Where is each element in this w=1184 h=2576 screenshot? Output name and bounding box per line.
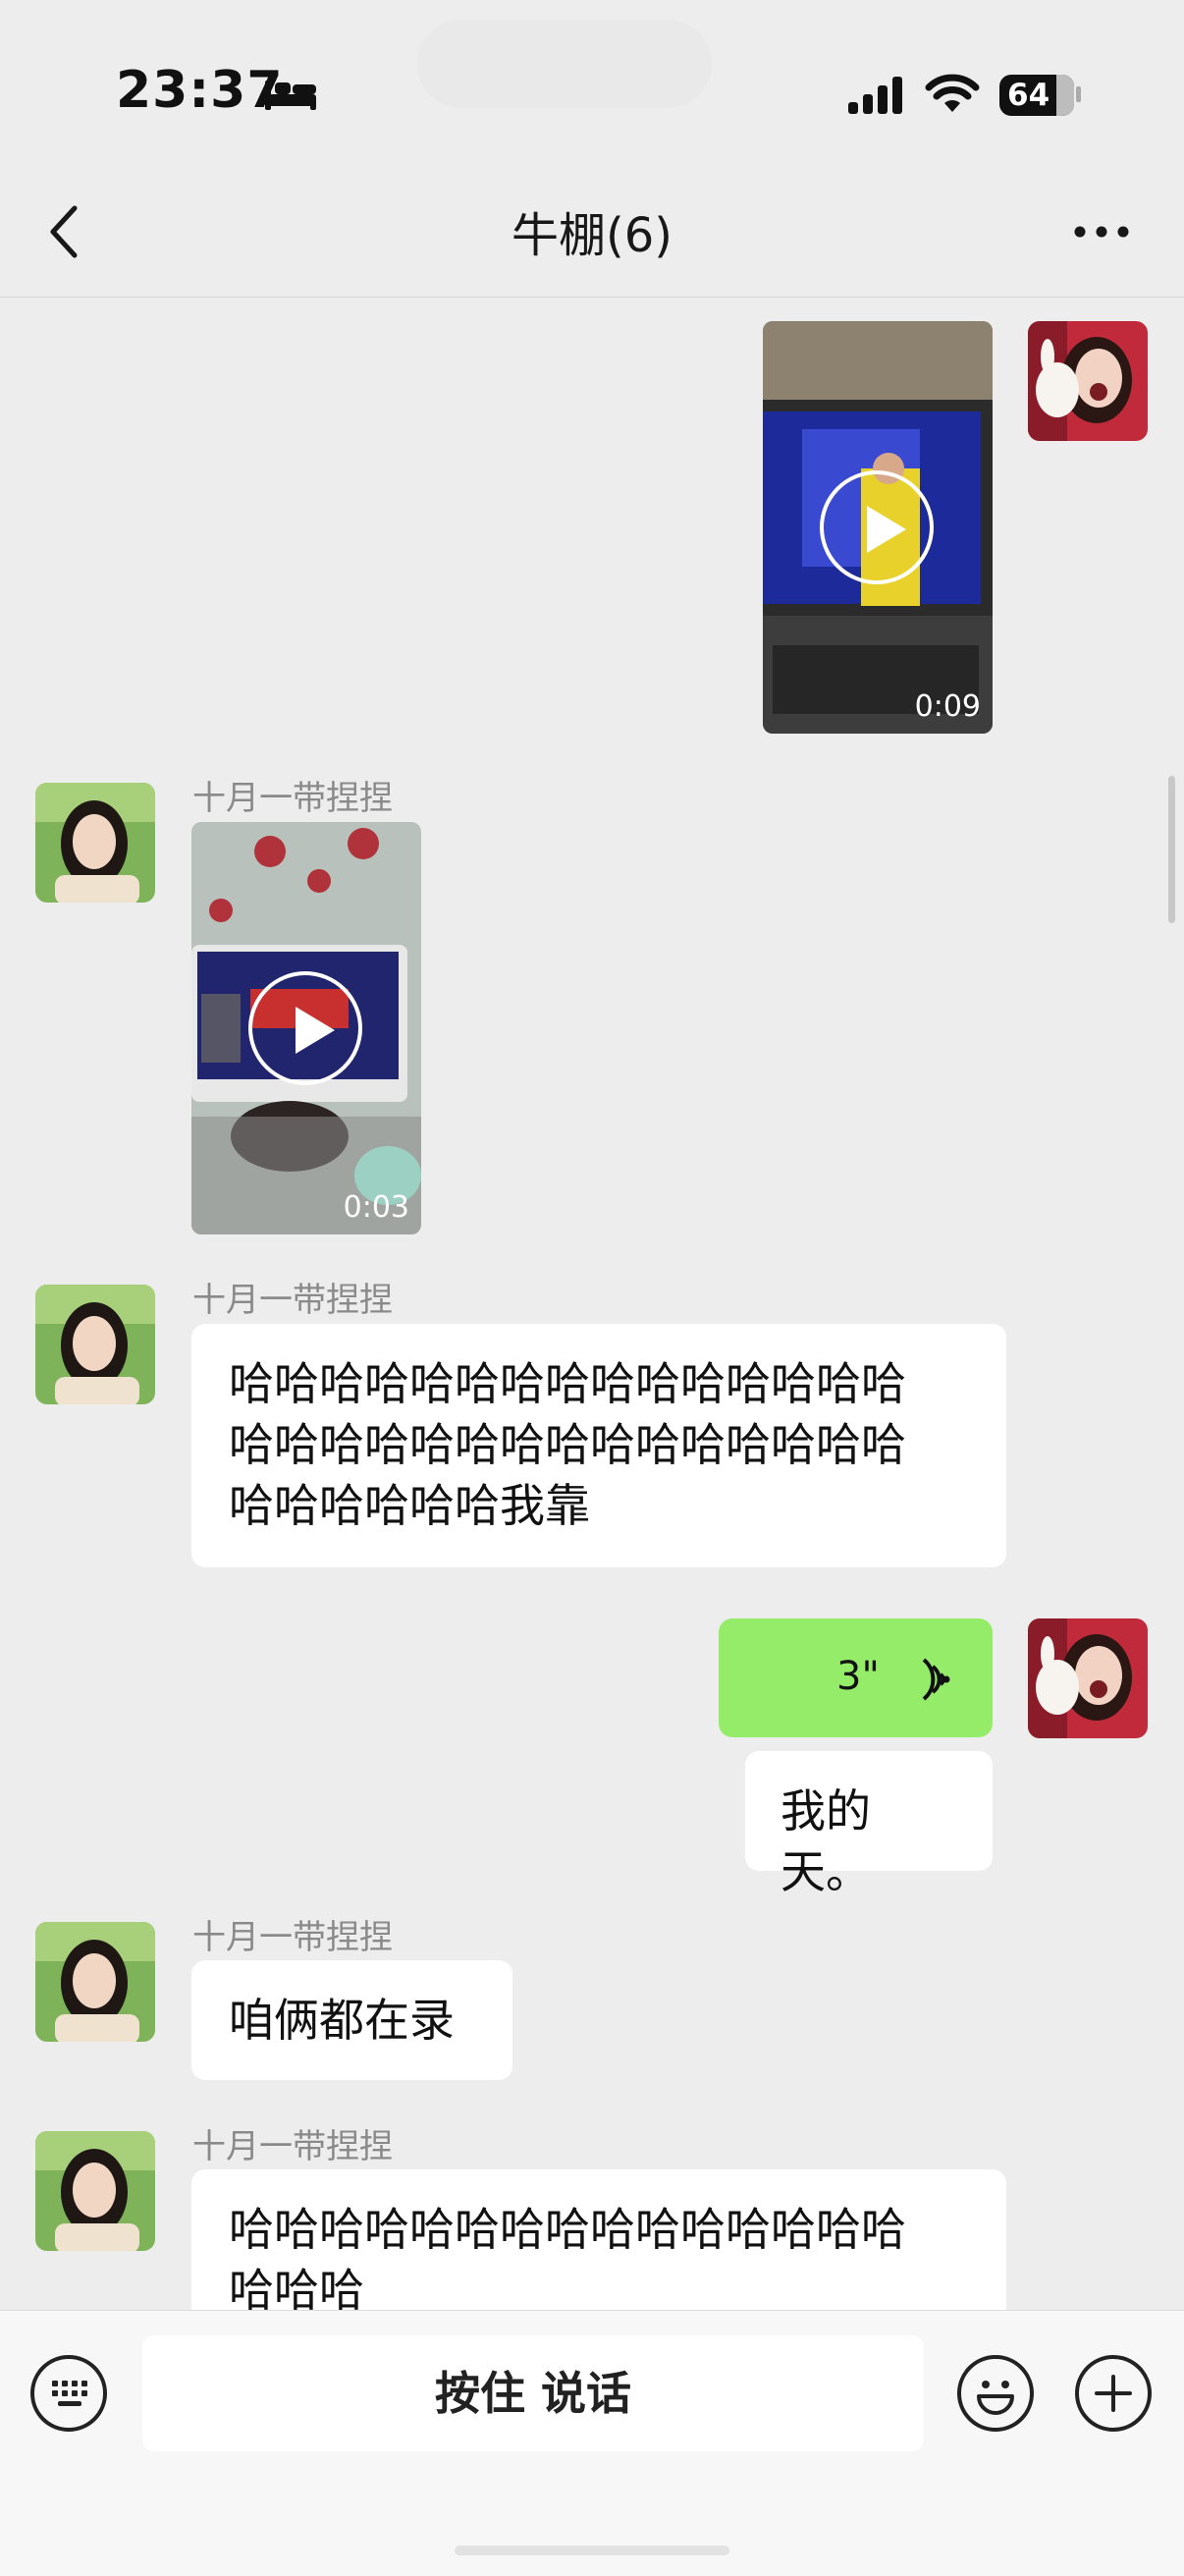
- sender-name: 十月一带捏捏: [192, 1918, 393, 1957]
- sleep-focus-icon: [263, 75, 318, 118]
- voice-message[interactable]: 3": [719, 1618, 993, 1737]
- more-dots-icon[interactable]: [1072, 224, 1131, 244]
- sender-name: 十月一带捏捏: [192, 1281, 393, 1320]
- sender-name: 十月一带捏捏: [192, 779, 393, 818]
- signal-icon: [846, 75, 907, 120]
- play-icon[interactable]: [820, 470, 934, 584]
- message-line: 哈哈哈哈哈哈我靠: [229, 1479, 590, 1532]
- hold-to-talk-button[interactable]: 按住 说话: [142, 2335, 924, 2451]
- text-message[interactable]: 哈哈哈哈哈哈哈哈哈哈哈哈哈哈哈 哈哈哈哈哈哈哈哈哈哈哈哈哈哈哈 哈哈哈哈哈哈我靠: [191, 1324, 1006, 1567]
- play-icon[interactable]: [248, 971, 362, 1085]
- dynamic-island: [417, 20, 712, 108]
- voice-wave-icon: [907, 1656, 950, 1717]
- avatar-self[interactable]: [1028, 1618, 1148, 1738]
- text-message[interactable]: 咱俩都在录: [191, 1960, 512, 2080]
- emoji-icon[interactable]: [957, 2355, 1034, 2432]
- voice-duration: 3": [836, 1654, 880, 1699]
- battery-level: 64: [1007, 78, 1050, 113]
- battery-icon: 64: [999, 75, 1074, 116]
- home-indicator: [455, 2546, 729, 2555]
- message-text: 咱俩都在录: [229, 1994, 455, 2047]
- sender-name: 十月一带捏捏: [192, 2127, 393, 2166]
- keyboard-icon[interactable]: [30, 2355, 107, 2432]
- text-message[interactable]: 我的天。: [745, 1751, 993, 1898]
- video-message[interactable]: 0:09: [763, 321, 993, 734]
- message-text: 我的天。: [780, 1784, 871, 1898]
- avatar-friend[interactable]: [35, 1922, 155, 2042]
- avatar-friend[interactable]: [35, 1285, 155, 1404]
- chat-title: 牛棚(6): [511, 208, 673, 263]
- avatar-friend[interactable]: [35, 783, 155, 903]
- message-line: 哈哈哈哈哈哈哈哈哈哈哈哈哈哈哈: [229, 1357, 906, 1410]
- battery-tip: [1076, 86, 1081, 102]
- video-duration: 0:03: [343, 1190, 409, 1225]
- plus-icon[interactable]: [1075, 2355, 1152, 2432]
- message-line: 哈哈哈哈哈哈哈哈哈哈哈哈哈哈哈: [229, 1418, 906, 1471]
- video-duration: 0:09: [914, 689, 981, 724]
- video-message[interactable]: 0:03: [191, 822, 421, 1234]
- message-line: 哈哈哈哈哈哈哈哈哈哈哈哈哈哈哈: [229, 2203, 906, 2256]
- wifi-icon: [925, 73, 980, 120]
- scrollbar[interactable]: [1168, 776, 1175, 923]
- avatar-friend[interactable]: [35, 2131, 155, 2251]
- status-time: 23:37: [116, 61, 284, 120]
- avatar-self[interactable]: [1028, 321, 1148, 441]
